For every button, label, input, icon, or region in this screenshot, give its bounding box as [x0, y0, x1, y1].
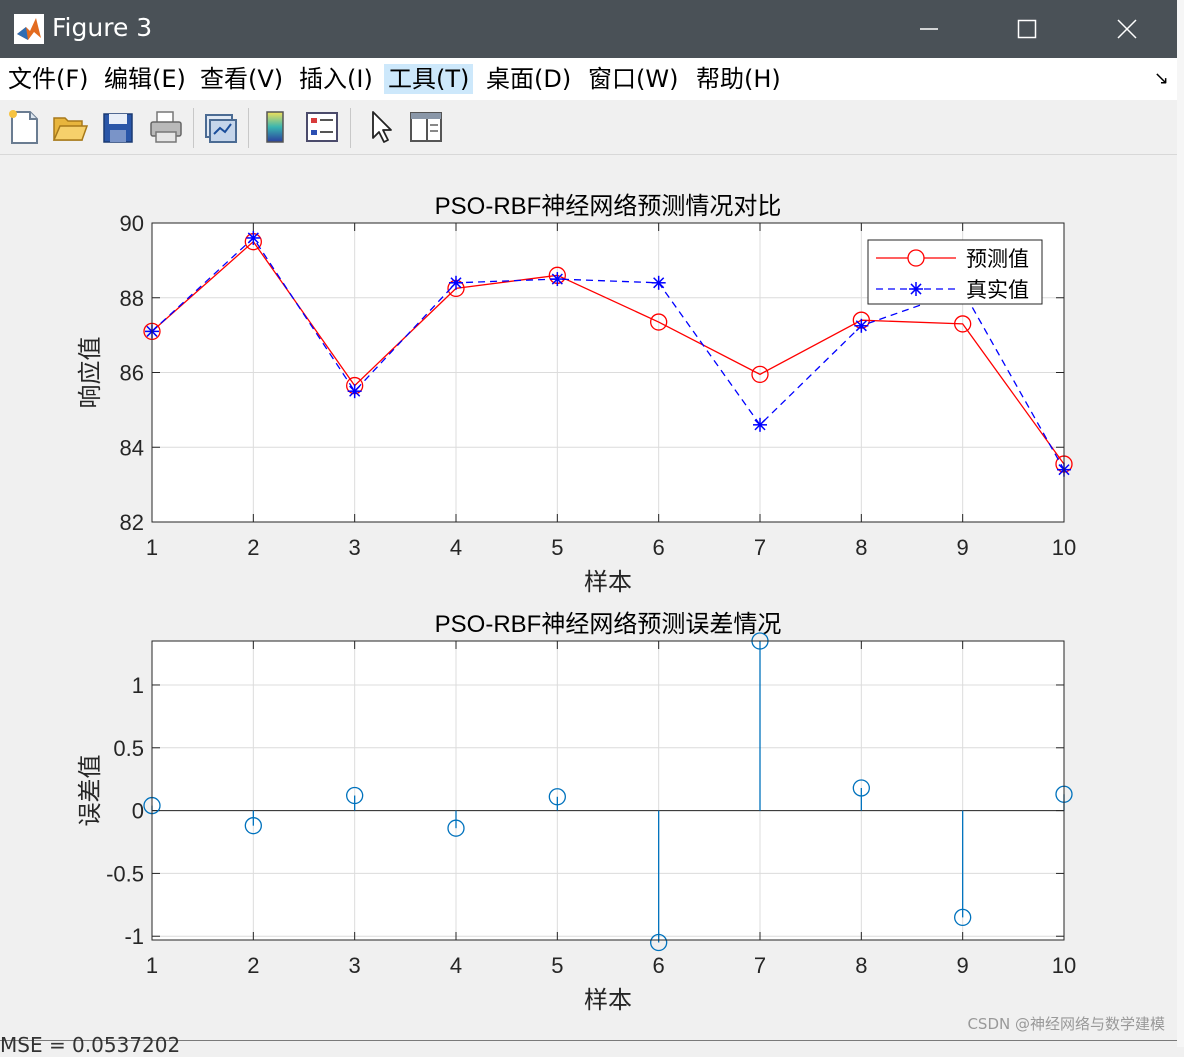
print-button[interactable] [146, 106, 186, 148]
x-tick-label: 5 [551, 535, 563, 560]
x-tick-label: 6 [653, 535, 665, 560]
link-plot-button[interactable] [200, 106, 240, 148]
window-title: Figure 3 [52, 13, 153, 42]
x-tick-label: 10 [1052, 953, 1076, 978]
watermark: CSDN @神经网络与数学建模 [967, 1015, 1165, 1033]
menu-help[interactable]: 帮助(H) [692, 64, 785, 94]
save-button[interactable] [98, 106, 138, 148]
figure-canvas: 1 2 3 4 5 6 7 8 9 108284868890PSO-RBF神经网络预测情况对比样本… [77, 193, 1076, 1014]
minimize-icon [920, 28, 938, 30]
x-tick-label: 2 [247, 535, 259, 560]
actual-point [651, 275, 666, 290]
menu-file[interactable]: 文件(F) [4, 64, 93, 94]
menu-desktop[interactable]: 桌面(D) [482, 64, 575, 94]
x-axis-label: 样本 [584, 569, 632, 596]
chart-title: PSO-RBF神经网络预测情况对比 [435, 193, 782, 220]
legend-label: 真实值 [966, 279, 1029, 302]
link-plot-icon [205, 114, 237, 143]
colorbar-button[interactable] [256, 106, 296, 148]
x-tick-label: 2 [247, 953, 259, 978]
title-bar[interactable]: Figure 3 [0, 0, 1177, 58]
toolbar-separator [193, 108, 194, 148]
open-file-icon [52, 117, 89, 141]
pointer-button[interactable] [360, 106, 400, 148]
toolbar-separator [248, 108, 249, 148]
x-tick-label: 1 [146, 535, 158, 560]
property-editor-button[interactable] [406, 106, 446, 148]
y-tick-label: 90 [120, 211, 144, 236]
maximize-button[interactable] [980, 0, 1075, 58]
toolbar [0, 100, 1177, 155]
print-icon [150, 111, 182, 143]
x-tick-label: 3 [349, 953, 361, 978]
chart-title: PSO-RBF神经网络预测误差情况 [435, 611, 782, 638]
x-tick-label: 4 [450, 535, 462, 560]
matlab-logo-icon [14, 14, 44, 44]
y-axis-label: 响应值 [77, 337, 104, 409]
property-editor-icon [410, 112, 442, 142]
close-button[interactable] [1080, 0, 1175, 58]
legend-icon [306, 112, 338, 142]
colorbar-icon [266, 111, 284, 143]
x-tick-label: 9 [957, 535, 969, 560]
menu-tools[interactable]: 工具(T) [384, 64, 474, 94]
menu-edit[interactable]: 编辑(E) [100, 64, 190, 94]
background-window-edge [1177, 0, 1184, 1047]
legend-marker [907, 249, 925, 267]
menu-view[interactable]: 查看(V) [196, 64, 287, 94]
x-tick-label: 3 [349, 535, 361, 560]
background-console-text: MSE = 0.0537202 [0, 1033, 181, 1057]
y-tick-label: -1 [124, 924, 144, 949]
legend-marker [909, 282, 923, 296]
y-tick-label: 88 [120, 286, 144, 311]
y-axis-label: 误差值 [77, 755, 104, 827]
plot-area [152, 641, 1064, 940]
x-axis-label: 样本 [584, 987, 632, 1014]
x-tick-label: 9 [957, 953, 969, 978]
save-icon [103, 113, 133, 143]
menu-window[interactable]: 窗口(W) [584, 64, 682, 94]
y-tick-label: 82 [120, 510, 144, 535]
actual-point [449, 275, 463, 290]
x-tick-label: 6 [653, 953, 665, 978]
x-tick-label: 8 [855, 953, 867, 978]
y-tick-label: -0.5 [106, 861, 144, 886]
new-figure-button[interactable] [4, 106, 44, 148]
x-tick-label: 7 [754, 953, 766, 978]
pointer-icon [372, 111, 392, 143]
y-tick-label: 1 [132, 673, 144, 698]
menu-insert[interactable]: 插入(I) [295, 64, 377, 94]
y-tick-label: 86 [120, 361, 144, 386]
maximize-icon [1017, 19, 1037, 39]
menu-bar: 文件(F) 编辑(E) 查看(V) 插入(I) 工具(T) 桌面(D) 窗口(W… [0, 58, 1177, 100]
x-tick-label: 4 [450, 953, 462, 978]
actual-point [246, 230, 261, 245]
actual-point [854, 318, 869, 333]
legend-label: 预测值 [966, 248, 1029, 271]
figure-window: Figure 3 文件(F) 编辑(E) 查看(V) 插入(I) 工具(T) 桌… [0, 0, 1178, 1041]
x-tick-label: 7 [754, 535, 766, 560]
new-figure-icon [9, 110, 38, 144]
dock-arrow-icon[interactable]: ↘ [1154, 68, 1169, 89]
toolbar-separator [350, 108, 351, 148]
actual-point [753, 417, 767, 432]
close-icon [1117, 19, 1137, 39]
actual-point [550, 272, 565, 287]
x-tick-label: 1 [146, 953, 158, 978]
x-tick-label: 8 [855, 535, 867, 560]
y-tick-label: 84 [120, 435, 144, 460]
legend-button[interactable] [302, 106, 342, 148]
y-tick-label: 0 [132, 799, 144, 824]
open-file-button[interactable] [50, 106, 90, 148]
x-tick-label: 10 [1052, 535, 1076, 560]
actual-point [347, 384, 362, 399]
x-tick-label: 5 [551, 953, 563, 978]
y-tick-label: 0.5 [113, 736, 144, 761]
minimize-button[interactable] [882, 0, 977, 58]
